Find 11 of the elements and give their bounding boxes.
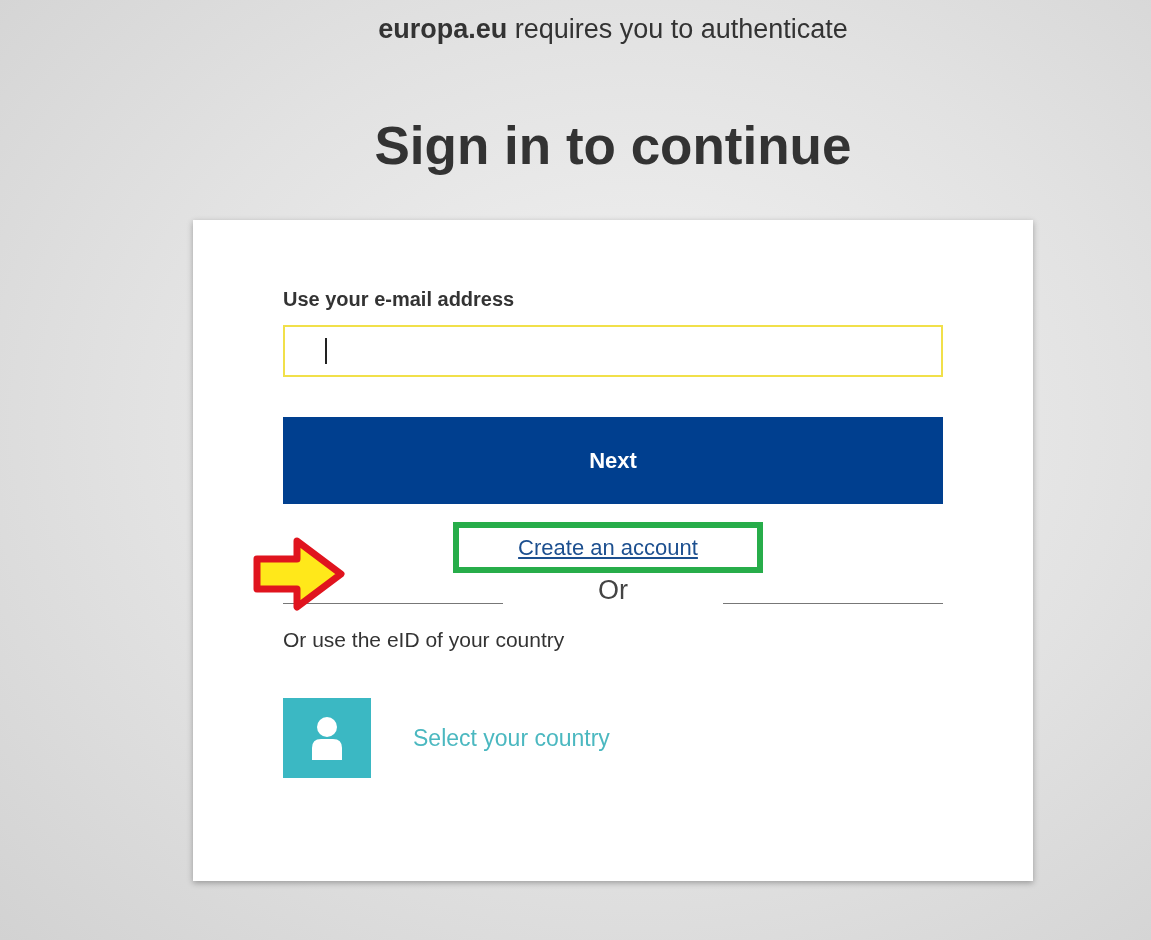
next-button[interactable]: Next [283, 417, 943, 504]
auth-notice: europa.eu requires you to authenticate [378, 14, 848, 45]
create-account-link[interactable]: Create an account [518, 534, 698, 561]
separator-text: Or [597, 575, 629, 606]
text-cursor [325, 338, 327, 364]
user-avatar-icon[interactable] [283, 698, 371, 778]
page-title: Sign in to continue [374, 115, 852, 176]
eid-label: Or use the eID of your country [283, 628, 566, 652]
arrow-icon [253, 537, 345, 611]
email-input-field[interactable] [283, 325, 943, 377]
email-label: Use your e-mail address [283, 288, 516, 311]
